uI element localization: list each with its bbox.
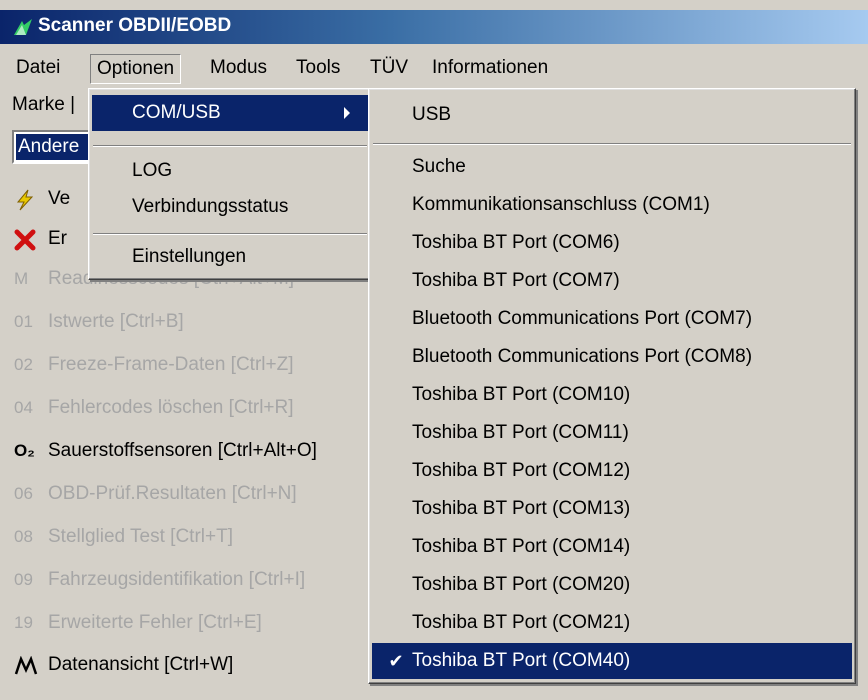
port-item-suche[interactable]: Suche [372,149,852,185]
menu-datei[interactable]: Datei [10,54,66,82]
sidebar-item-label: Fehlercodes löschen [Ctrl+R] [48,397,294,418]
menu-separator [373,143,851,145]
menu-item-usb[interactable]: USB [372,97,852,133]
sidebar-item-error[interactable]: Er [14,222,67,256]
menu-separator [93,145,367,147]
port-label: Toshiba BT Port (COM7) [412,270,620,291]
submenu-arrow-icon [344,107,350,119]
menu-item-label: USB [412,104,452,125]
menu-separator [93,233,367,235]
mode-04-icon: 04 [14,398,33,417]
menu-tuev[interactable]: TÜV [364,54,414,82]
menu-item-com-usb[interactable]: COM/USB [92,95,368,131]
sidebar-item-label: Erweiterte Fehler [Ctrl+E] [48,612,262,633]
sidebar-item-label: Er [48,228,67,249]
port-label: Toshiba BT Port (COM11) [412,422,629,443]
oxygen-sensor-icon: O₂ [14,441,35,460]
window-title: Scanner OBDII/EOBD [38,15,232,36]
readiness-icon: M [14,269,29,288]
com-usb-submenu: USB Suche Kommunikationsanschluss (COM1)… [368,88,856,684]
app-icon [14,19,32,35]
sidebar-item-label: Fahrzeugsidentifikation [Ctrl+I] [48,569,306,590]
menu-item-log[interactable]: LOG [92,153,368,189]
port-label: Kommunikationsanschluss (COM1) [412,194,710,215]
m-graph-icon [14,648,48,682]
port-item-toshiba-com20[interactable]: Toshiba BT Port (COM20) [372,567,852,603]
sidebar-item-freeze-frame[interactable]: 02 Freeze-Frame-Daten [Ctrl+Z] [14,348,293,382]
sidebar-item-label: Sauerstoffsensoren [Ctrl+Alt+O] [48,440,317,461]
port-item-toshiba-com10[interactable]: Toshiba BT Port (COM10) [372,377,852,413]
sidebar-item-istwerte[interactable]: 01 Istwerte [Ctrl+B] [14,305,184,339]
sidebar-item-fehlercodes[interactable]: 04 Fehlercodes löschen [Ctrl+R] [14,391,294,425]
mode-02-icon: 02 [14,355,33,374]
port-label: Toshiba BT Port (COM14) [412,536,631,557]
menu-modus[interactable]: Modus [204,54,273,82]
sidebar-item-label: Ve [48,188,71,209]
port-item-com1[interactable]: Kommunikationsanschluss (COM1) [372,187,852,223]
sidebar-item-stellglied[interactable]: 08 Stellglied Test [Ctrl+T] [14,520,233,554]
menu-item-label: Verbindungsstatus [132,196,289,217]
port-label: Bluetooth Communications Port (COM7) [412,308,753,329]
port-item-bluetooth-com7[interactable]: Bluetooth Communications Port (COM7) [372,301,852,337]
menu-optionen[interactable]: Optionen [90,54,182,84]
menu-item-verbindungsstatus[interactable]: Verbindungsstatus [92,189,368,225]
port-item-toshiba-com21[interactable]: Toshiba BT Port (COM21) [372,605,852,641]
menu-item-label: LOG [132,160,173,181]
sidebar-item-label: Datenansicht [Ctrl+W] [48,654,234,675]
menu-bar: Datei Optionen Modus Tools TÜV Informati… [0,48,868,86]
mode-06-icon: 06 [14,484,33,503]
port-label: Toshiba BT Port (COM21) [412,612,631,633]
sidebar-item-label: Istwerte [Ctrl+B] [48,311,184,332]
port-item-bluetooth-com8[interactable]: Bluetooth Communications Port (COM8) [372,339,852,375]
port-item-toshiba-com14[interactable]: Toshiba BT Port (COM14) [372,529,852,565]
title-bar: Scanner OBDII/EOBD [0,10,868,44]
port-item-toshiba-com7[interactable]: Toshiba BT Port (COM7) [372,263,852,299]
mode-08-icon: 08 [14,527,33,546]
port-item-toshiba-com12[interactable]: Toshiba BT Port (COM12) [372,453,852,489]
port-label: Toshiba BT Port (COM40) [412,650,631,671]
marke-label: Marke | [12,94,76,115]
mode-01-icon: 01 [14,312,33,331]
checkmark-icon: ✔ [388,651,404,671]
port-label: Toshiba BT Port (COM13) [412,498,631,519]
port-label: Toshiba BT Port (COM12) [412,460,631,481]
menu-tools[interactable]: Tools [290,54,346,82]
port-label: Toshiba BT Port (COM20) [412,574,631,595]
menu-informationen[interactable]: Informationen [426,54,554,82]
port-item-toshiba-com11[interactable]: Toshiba BT Port (COM11) [372,415,852,451]
sidebar-item-label: OBD-Prüf.Resultaten [Ctrl+N] [48,483,297,504]
menu-item-einstellungen[interactable]: Einstellungen [92,239,368,275]
sidebar-item-sauerstoffsensoren[interactable]: O₂ Sauerstoffsensoren [Ctrl+Alt+O] [14,434,317,468]
lightning-icon [14,182,48,216]
sidebar-item-label: Stellglied Test [Ctrl+T] [48,526,233,547]
port-label: Toshiba BT Port (COM10) [412,384,631,405]
sidebar-item-verbinden[interactable]: Ve [14,182,70,216]
port-label: Bluetooth Communications Port (COM8) [412,346,753,367]
port-label: Suche [412,156,466,177]
sidebar-item-erweiterte-fehler[interactable]: 19 Erweiterte Fehler [Ctrl+E] [14,606,262,640]
optionen-menu: COM/USB LOG Verbindungsstatus Einstellun… [88,88,372,280]
port-item-toshiba-com13[interactable]: Toshiba BT Port (COM13) [372,491,852,527]
port-label: Toshiba BT Port (COM6) [412,232,620,253]
mode-09-icon: 09 [14,570,33,589]
sidebar-item-fahrzeugsidentifikation[interactable]: 09 Fahrzeugsidentifikation [Ctrl+I] [14,563,305,597]
red-x-icon [14,222,48,256]
port-item-toshiba-com40[interactable]: ✔ Toshiba BT Port (COM40) [372,643,852,679]
mode-19-icon: 19 [14,613,33,632]
sidebar-item-obd-pruef[interactable]: 06 OBD-Prüf.Resultaten [Ctrl+N] [14,477,297,511]
sidebar-item-datenansicht[interactable]: Datenansicht [Ctrl+W] [14,648,233,682]
menu-item-label: COM/USB [132,102,221,123]
port-item-toshiba-com6[interactable]: Toshiba BT Port (COM6) [372,225,852,261]
menu-item-label: Einstellungen [132,246,247,267]
sidebar-item-label: Freeze-Frame-Daten [Ctrl+Z] [48,354,294,375]
